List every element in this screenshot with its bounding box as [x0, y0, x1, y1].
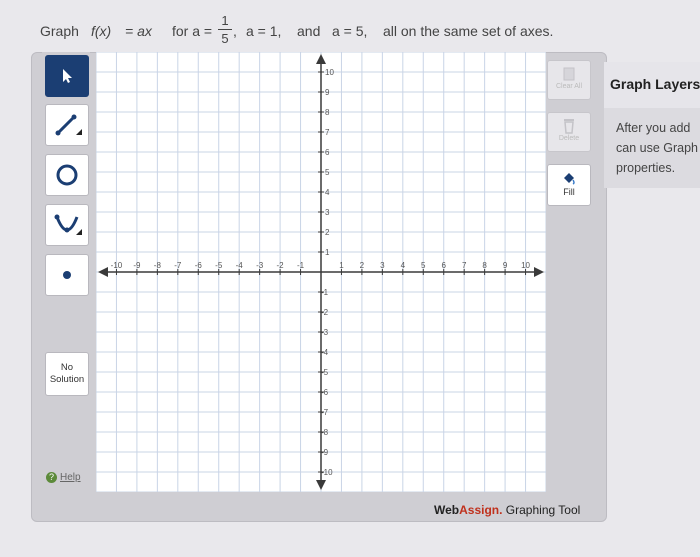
- y-tick-label: 8: [325, 108, 330, 117]
- y-tick-label: -3: [321, 328, 329, 337]
- y-tick-label: 10: [325, 68, 334, 77]
- question-text: Graph f(x) = ax for a = 1 5 , a = 1, and…: [40, 12, 680, 52]
- x-tick-label: -6: [195, 261, 203, 270]
- point-icon: [63, 271, 71, 279]
- y-tick-label: -8: [321, 428, 329, 437]
- help-link[interactable]: ? Help: [46, 472, 81, 483]
- y-tick-label: -2: [321, 308, 329, 317]
- x-tick-label: 3: [380, 261, 385, 270]
- no-solution-button[interactable]: No Solution: [45, 352, 89, 396]
- y-tick-label: 4: [325, 188, 330, 197]
- coordinate-grid[interactable]: -10 -9 -8 -7 -6 -5 -4 -3 -2 -1 1 2 3 4 5 6 7 8 9 10 10 9 8 7 6 5 4…: [95, 51, 547, 493]
- layers-text-2: can use Graph: [616, 141, 698, 155]
- question-for-a: for a =: [172, 23, 213, 39]
- graph-area[interactable]: -10 -9 -8 -7 -6 -5 -4 -3 -2 -1 1 2 3 4 5 6 7 8 9 10 10 9 8 7 6 5 4…: [95, 51, 547, 493]
- y-tick-label: 6: [325, 148, 330, 157]
- question-a1: a = 1,: [246, 23, 282, 39]
- pointer-arrow-icon: [63, 69, 72, 83]
- x-axis-arrow-left: [98, 267, 108, 277]
- fill-label: Fill: [563, 187, 575, 197]
- y-tick-label: 9: [325, 88, 330, 97]
- paint-bucket-icon: [564, 173, 575, 185]
- clear-all-label: Clear All: [555, 83, 583, 90]
- brand-assign: Assign.: [459, 503, 503, 517]
- no-solution-label-1: No: [60, 362, 74, 373]
- x-tick-label: -10: [111, 261, 123, 270]
- brand-web: Web: [434, 503, 460, 517]
- x-tick-label: 4: [401, 261, 406, 270]
- y-tick-label: -7: [321, 408, 329, 417]
- graph-layers-panel: Graph Layers After you add can use Graph…: [604, 62, 700, 188]
- y-tick-label: -9: [321, 448, 329, 457]
- x-tick-label: 2: [360, 261, 365, 270]
- delete-label: Delete: [558, 135, 580, 142]
- x-tick-label: -9: [133, 261, 141, 270]
- parabola-icon: [54, 214, 82, 235]
- layers-text-1: After you add: [616, 121, 691, 135]
- x-tick-label: -8: [154, 261, 162, 270]
- point-tool-button[interactable]: [45, 254, 89, 296]
- delete-button[interactable]: Delete: [547, 112, 591, 152]
- question-comma: ,: [233, 23, 237, 39]
- y-axis-arrow-down: [316, 480, 326, 490]
- line-segment-icon: [55, 114, 82, 136]
- question-graph: Graph: [40, 23, 79, 39]
- clear-all-button[interactable]: Clear All: [547, 60, 591, 100]
- y-tick-label: 3: [325, 208, 330, 217]
- x-tick-label: -5: [215, 261, 223, 270]
- x-tick-label: 6: [442, 261, 447, 270]
- x-tick-label: -1: [297, 261, 305, 270]
- x-tick-label: -4: [236, 261, 244, 270]
- x-tick-label: 5: [421, 261, 426, 270]
- side-toolbar: Clear All Delete Fill: [547, 57, 595, 207]
- x-tick-label: 1: [339, 261, 344, 270]
- y-tick-label: -6: [321, 388, 329, 397]
- y-tick-label: 1: [325, 248, 330, 257]
- graph-layers-body: After you add can use Graph properties.: [604, 108, 700, 188]
- question-fx: f(x): [91, 23, 112, 39]
- x-tick-label: 9: [503, 261, 508, 270]
- y-tick-label: -4: [321, 348, 329, 357]
- tool-column: No Solution: [42, 52, 90, 492]
- question-tail: all on the same set of axes.: [383, 23, 554, 39]
- y-tick-label: -10: [321, 468, 333, 477]
- parabola-tool-button[interactable]: [45, 204, 89, 246]
- y-tick-label: -5: [321, 368, 329, 377]
- question-a5: a = 5,: [332, 23, 368, 39]
- no-solution-label-2: Solution: [49, 374, 85, 385]
- help-label: Help: [60, 472, 81, 483]
- fraction-numerator: 1: [221, 13, 229, 28]
- brand-tool: Graphing Tool: [502, 503, 581, 517]
- y-tick-label: 7: [325, 128, 330, 137]
- webassign-branding: WebAssign. Graphing Tool: [434, 503, 580, 517]
- question-eq: = ax: [125, 23, 152, 39]
- circle-tool-button[interactable]: [45, 154, 89, 196]
- x-tick-label: -7: [174, 261, 182, 270]
- help-icon: ?: [46, 472, 57, 483]
- x-tick-label: 10: [521, 261, 530, 270]
- x-tick-label: 7: [462, 261, 467, 270]
- graph-layers-title[interactable]: Graph Layers: [604, 62, 700, 108]
- y-tick-label: -1: [321, 288, 329, 297]
- x-tick-label: 8: [482, 261, 487, 270]
- y-tick-label: 5: [325, 168, 330, 177]
- circle-icon: [56, 164, 78, 186]
- x-axis-arrow-right: [534, 267, 544, 277]
- layers-text-3: properties.: [616, 161, 676, 175]
- x-tick-label: -2: [277, 261, 285, 270]
- y-tick-label: 2: [325, 228, 330, 237]
- fill-button[interactable]: Fill: [547, 164, 591, 206]
- clear-all-icon: [563, 67, 575, 81]
- trash-icon: [564, 119, 574, 134]
- question-and: and: [297, 23, 321, 39]
- fraction-denominator: 5: [221, 31, 229, 46]
- fraction-one-fifth: 1 5: [218, 13, 232, 46]
- line-tool-button[interactable]: [45, 104, 89, 146]
- x-tick-label: -3: [256, 261, 264, 270]
- y-axis-arrow-up: [316, 54, 326, 64]
- pointer-tool-button[interactable]: [45, 55, 89, 97]
